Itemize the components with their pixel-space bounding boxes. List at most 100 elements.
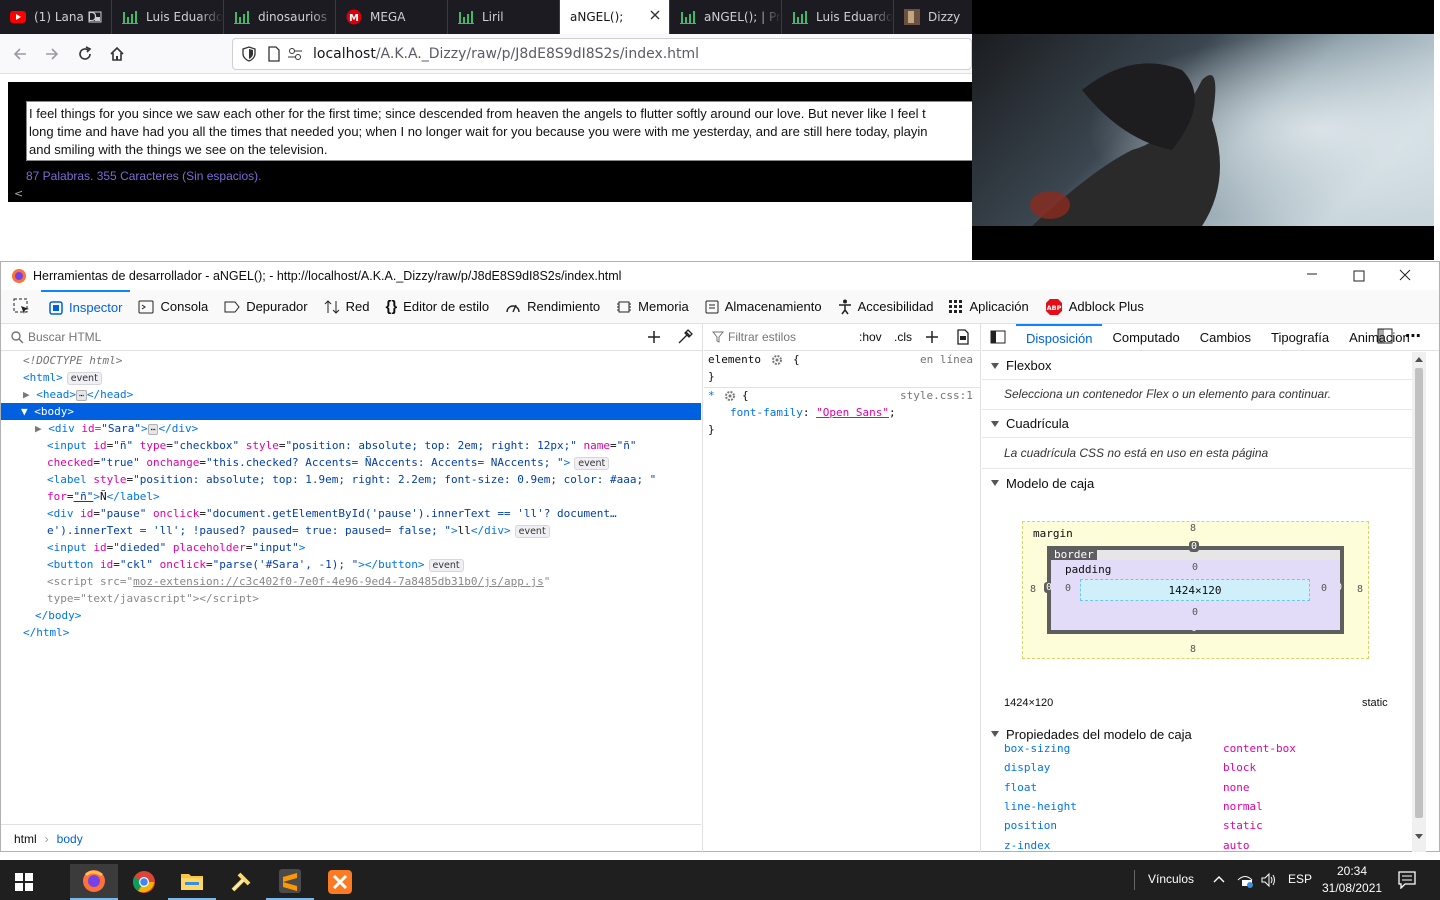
- tab-layout[interactable]: Disposición: [1016, 324, 1103, 351]
- print-simulation-icon[interactable]: [956, 329, 970, 345]
- scrollbar-thumb[interactable]: [1415, 368, 1423, 818]
- markup-line[interactable]: <html> event: [1, 369, 701, 386]
- back-button[interactable]: [8, 42, 32, 66]
- hov-toggle[interactable]: :hov: [859, 330, 882, 344]
- border-top-value[interactable]: 0: [1189, 541, 1200, 552]
- tab-mega[interactable]: M MEGA: [336, 0, 448, 34]
- links-toolbar[interactable]: Vínculos: [1148, 872, 1194, 886]
- scroll-up-icon[interactable]: [1415, 356, 1423, 362]
- markup-line[interactable]: ▶ <div id="Sara"> ⋯ </div>: [1, 420, 701, 437]
- breadcrumb-html[interactable]: html: [14, 832, 37, 846]
- filter-styles-input[interactable]: [728, 330, 848, 344]
- scroll-down-icon[interactable]: [1415, 834, 1423, 840]
- boxmodel-content[interactable]: 1424×120: [1080, 579, 1310, 601]
- boxmodel-margin[interactable]: margin 8 8 8 8 border 0 0 0 0 padding 0 …: [1022, 521, 1369, 659]
- boxmodel-section-header[interactable]: Modelo de caja: [982, 469, 1412, 497]
- eyedropper-icon[interactable]: [677, 329, 693, 345]
- tab-luis-2[interactable]: Luis Eduardo: [782, 0, 894, 34]
- scroll-left-arrow[interactable]: <: [14, 187, 23, 200]
- margin-top-value[interactable]: 8: [1190, 523, 1196, 534]
- xampp-icon[interactable]: [316, 864, 364, 900]
- pip-icon[interactable]: [88, 10, 102, 24]
- rule-declaration[interactable]: font-family: "Open Sans";: [730, 406, 896, 419]
- tab-console[interactable]: Consola: [130, 290, 216, 324]
- minimize-icon[interactable]: [1306, 268, 1318, 280]
- markup-line[interactable]: <input id="dieded" placeholder="input">: [1, 539, 701, 556]
- volume-icon[interactable]: [1260, 872, 1278, 888]
- page-info-icon[interactable]: [267, 46, 281, 62]
- markup-line[interactable]: <!DOCTYPE html>: [1, 352, 701, 369]
- tool-icon[interactable]: [217, 864, 265, 900]
- tab-angel-pr[interactable]: aNGEL(); | Pr: [670, 0, 782, 34]
- markup-line[interactable]: ▶ <head> ⋯ </head>: [1, 386, 701, 403]
- markup-line[interactable]: <input id="ñ" type="checkbox" style="pos…: [1, 437, 701, 454]
- forward-button[interactable]: [40, 42, 64, 66]
- tab-computed[interactable]: Computado: [1102, 330, 1189, 345]
- tab-luis-1[interactable]: Luis Eduardo: [112, 0, 224, 34]
- markup-line[interactable]: type="text/javascript"></script>: [1, 590, 701, 607]
- padding-left-value[interactable]: 0: [1065, 583, 1071, 594]
- tab-lana[interactable]: (1) Lana D: [0, 0, 112, 34]
- padding-bottom-value[interactable]: 0: [1192, 607, 1198, 618]
- tab-accessibility[interactable]: Accesibilidad: [830, 290, 942, 324]
- tab-liril[interactable]: Liril: [448, 0, 560, 34]
- notifications-icon[interactable]: [1398, 871, 1416, 889]
- network-status-icon[interactable]: [1236, 872, 1254, 888]
- close-tab-icon[interactable]: [649, 9, 661, 21]
- breadcrumb-body[interactable]: body: [57, 832, 83, 846]
- add-rule-icon[interactable]: [924, 329, 940, 345]
- markup-line[interactable]: e').innerText = 'll'; !paused? paused= t…: [1, 522, 701, 539]
- cls-toggle[interactable]: .cls: [894, 330, 912, 344]
- html-search-input[interactable]: [28, 330, 588, 344]
- markup-line[interactable]: <label style="position: absolute; top: 1…: [1, 471, 701, 488]
- maximize-icon[interactable]: [1353, 270, 1365, 282]
- reload-button[interactable]: [73, 42, 97, 66]
- tab-animations[interactable]: Animacion: [1339, 330, 1410, 345]
- tab-angel-active[interactable]: aNGEL();: [560, 0, 670, 34]
- scrollbar[interactable]: [1412, 352, 1426, 852]
- home-button[interactable]: [105, 42, 129, 66]
- tab-network[interactable]: Red: [316, 290, 378, 324]
- margin-left-value[interactable]: 8: [1030, 584, 1036, 595]
- markup-line-selected[interactable]: ▼ <body>: [1, 403, 701, 420]
- add-node-icon[interactable]: [646, 329, 662, 345]
- flexbox-section-header[interactable]: Flexbox: [982, 352, 1412, 380]
- markup-line[interactable]: </body>: [1, 607, 701, 624]
- tab-dinosaurios[interactable]: dinosaurios: [224, 0, 336, 34]
- markup-line[interactable]: checked="true" onchange="this.checked? A…: [1, 454, 701, 471]
- shield-icon[interactable]: [241, 46, 257, 62]
- tab-memory[interactable]: Memoria: [608, 290, 697, 324]
- markup-line[interactable]: </html>: [1, 624, 701, 641]
- boxmodel-border[interactable]: border 0 0 0 0 padding 0 0 0 0 1424×120: [1044, 541, 1345, 634]
- video-overlay[interactable]: [972, 0, 1434, 260]
- clock[interactable]: 20:34 31/08/2021: [1322, 863, 1382, 897]
- tab-adblock[interactable]: ABP Adblock Plus: [1037, 290, 1152, 324]
- firefox-icon[interactable]: [70, 864, 118, 900]
- sublime-text-icon[interactable]: [266, 864, 314, 900]
- grid-section-header[interactable]: Cuadrícula: [982, 410, 1412, 438]
- tab-storage[interactable]: Almacenamiento: [697, 290, 830, 324]
- element-picker-icon[interactable]: [13, 298, 31, 316]
- url-bar[interactable]: localhost/A.K.A._Dizzy/raw/p/J8dE8S9dI8S…: [232, 38, 972, 70]
- close-window-icon[interactable]: [1399, 269, 1411, 281]
- margin-right-value[interactable]: 8: [1357, 584, 1363, 595]
- text-area[interactable]: I feel things for you since we saw each …: [26, 101, 976, 161]
- permissions-icon[interactable]: [287, 46, 303, 62]
- chevron-up-icon[interactable]: [1213, 874, 1225, 884]
- tab-fonts[interactable]: Tipografía: [1261, 330, 1339, 345]
- tab-style-editor[interactable]: {} Editor de estilo: [377, 290, 497, 324]
- chrome-icon[interactable]: [120, 864, 168, 900]
- padding-top-value[interactable]: 0: [1192, 562, 1198, 573]
- tab-debugger[interactable]: Depurador: [216, 290, 315, 324]
- tab-changes[interactable]: Cambios: [1190, 330, 1261, 345]
- gear-icon[interactable]: [771, 354, 783, 366]
- tab-dizzy[interactable]: Dizzy: [894, 0, 972, 34]
- tab-performance[interactable]: Rendimiento: [497, 290, 608, 324]
- markup-line[interactable]: for="ñ">Ñ</label>: [1, 488, 701, 505]
- gear-icon[interactable]: [724, 390, 736, 402]
- margin-bottom-value[interactable]: 8: [1190, 644, 1196, 655]
- boxmodel-padding[interactable]: padding 0 0 0 0 1424×120: [1051, 560, 1340, 630]
- markup-line[interactable]: <button id="ckl" onclick="parse('#Sara',…: [1, 556, 701, 573]
- markup-line[interactable]: <div id="pause" onclick="document.getEle…: [1, 505, 701, 522]
- language-indicator[interactable]: ESP: [1288, 872, 1312, 886]
